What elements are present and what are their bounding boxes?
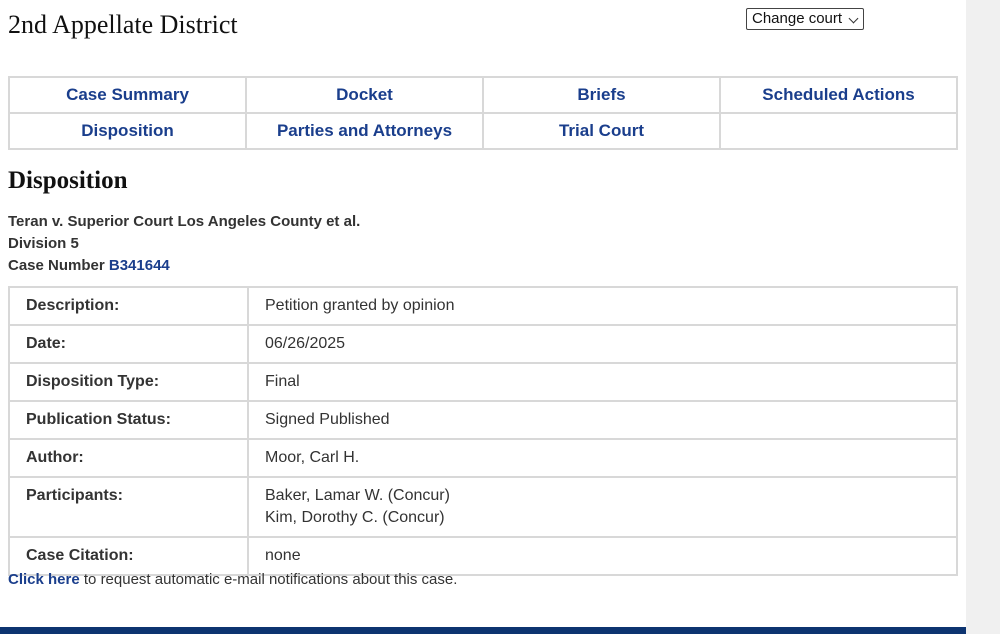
case-title: Teran v. Superior Court Los Angeles Coun… (8, 213, 361, 230)
participants-label: Participants: (8, 476, 249, 538)
change-court-select[interactable]: Change court (746, 8, 864, 30)
date-value: 06/26/2025 (247, 324, 958, 364)
table-row: Participants: Baker, Lamar W. (Concur) K… (8, 476, 958, 538)
footer-bar (0, 627, 966, 634)
case-number-row: Case Number B341644 (8, 255, 360, 277)
case-division: Division 5 (8, 235, 79, 252)
tab-docket[interactable]: Docket (245, 76, 484, 114)
tab-case-summary[interactable]: Case Summary (8, 76, 247, 114)
table-row: Disposition Type: Final (8, 362, 958, 402)
email-notification-note: Click here to request automatic e-mail n… (8, 571, 457, 588)
description-label: Description: (8, 286, 249, 326)
publication-status-label: Publication Status: (8, 400, 249, 440)
table-row: Author: Moor, Carl H. (8, 438, 958, 478)
case-citation-label: Case Citation: (8, 536, 249, 576)
participants-value: Baker, Lamar W. (Concur) Kim, Dorothy C.… (247, 476, 958, 538)
description-value: Petition granted by opinion (247, 286, 958, 326)
table-row: Case Citation: none (8, 536, 958, 576)
tab-briefs[interactable]: Briefs (482, 76, 721, 114)
tab-parties-and-attorneys[interactable]: Parties and Attorneys (245, 112, 484, 150)
author-value: Moor, Carl H. (247, 438, 958, 478)
publication-status-value: Signed Published (247, 400, 958, 440)
page-scroll-gutter (966, 0, 1000, 634)
page-title: Disposition (8, 167, 128, 194)
disposition-type-label: Disposition Type: (8, 362, 249, 402)
email-notification-text: to request automatic e-mail notification… (79, 571, 458, 588)
table-row: Description: Petition granted by opinion (8, 286, 958, 326)
table-row: Date: 06/26/2025 (8, 324, 958, 364)
participant-2: Kim, Dorothy C. (Concur) (265, 509, 445, 526)
tab-trial-court[interactable]: Trial Court (482, 112, 721, 150)
district-title: 2nd Appellate District (8, 10, 238, 39)
case-citation-value: none (247, 536, 958, 576)
disposition-type-value: Final (247, 362, 958, 402)
author-label: Author: (8, 438, 249, 478)
click-here-link[interactable]: Click here (8, 571, 80, 588)
case-info: Teran v. Superior Court Los Angeles Coun… (8, 211, 360, 277)
case-number-label: Case Number (8, 257, 105, 274)
tab-empty (719, 112, 958, 150)
tab-disposition[interactable]: Disposition (8, 112, 247, 150)
chevron-down-icon (848, 13, 859, 24)
participant-1: Baker, Lamar W. (Concur) (265, 487, 450, 504)
disposition-details-table: Description: Petition granted by opinion… (8, 286, 958, 576)
table-row: Publication Status: Signed Published (8, 400, 958, 440)
case-nav-tabs: Case Summary Docket Briefs Scheduled Act… (8, 76, 958, 150)
case-number-link[interactable]: B341644 (109, 257, 170, 274)
tab-scheduled-actions[interactable]: Scheduled Actions (719, 76, 958, 114)
change-court-label: Change court (752, 10, 843, 27)
date-label: Date: (8, 324, 249, 364)
